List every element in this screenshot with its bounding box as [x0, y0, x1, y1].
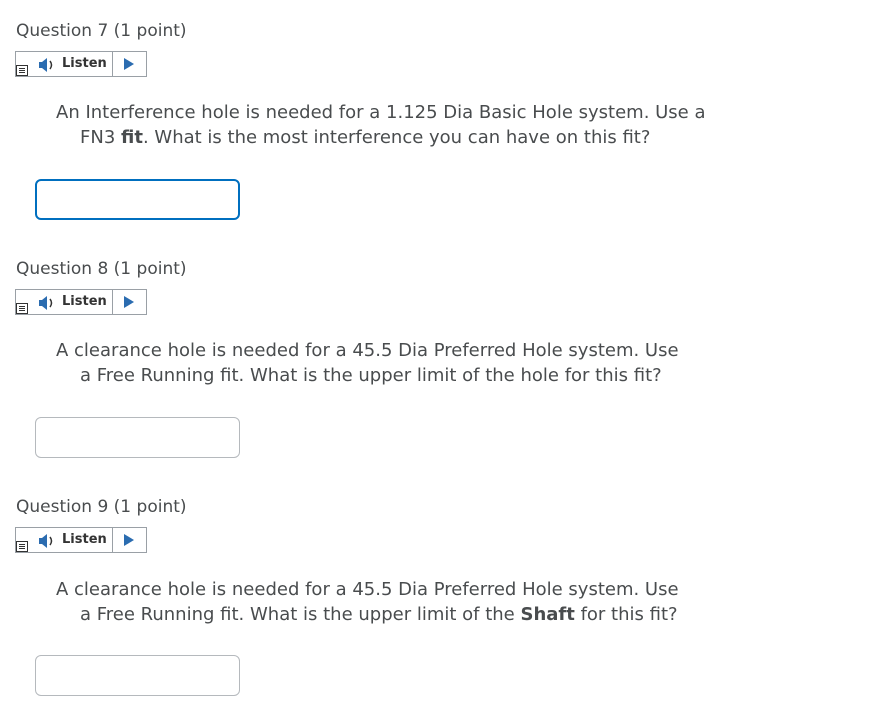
question-text-line1: A clearance hole is needed for a 45.5 Di… [56, 340, 679, 361]
question-label: Question 9 [16, 497, 109, 517]
question-text-line2: a Free Running fit. What is the upper li… [80, 604, 678, 625]
listen-button[interactable]: Listen [62, 56, 107, 72]
menu-icon[interactable] [16, 65, 28, 76]
listen-button[interactable]: Listen [62, 294, 107, 310]
play-icon[interactable] [124, 534, 134, 546]
question-label: Question 7 [16, 21, 109, 41]
question-text-line1: An Interference hole is needed for a 1.1… [56, 102, 706, 123]
bold-term: fit [121, 127, 143, 148]
speaker-icon [39, 58, 53, 72]
question-text: A clearance hole is needed for a 45.5 Di… [56, 577, 756, 627]
answer-input[interactable] [35, 179, 240, 220]
bold-term: Shaft [520, 604, 575, 625]
play-icon[interactable] [124, 296, 134, 308]
listen-button[interactable]: Listen [62, 532, 107, 548]
speaker-icon [39, 534, 53, 548]
menu-icon[interactable] [16, 303, 28, 314]
question-text-line2: FN3 fit. What is the most interference y… [80, 127, 651, 148]
question-title: Question 9 (1 point) [16, 496, 187, 518]
listen-toolbar: Listen [15, 289, 147, 315]
question-points: (1 point) [113, 21, 187, 41]
listen-toolbar: Listen [15, 527, 147, 553]
question-title: Question 7 (1 point) [16, 20, 187, 42]
question-label: Question 8 [16, 259, 109, 279]
toolbar-divider [112, 52, 113, 76]
listen-toolbar: Listen [15, 51, 147, 77]
speaker-icon [39, 296, 53, 310]
question-title: Question 8 (1 point) [16, 258, 187, 280]
question-text-line1: A clearance hole is needed for a 45.5 Di… [56, 579, 679, 600]
question-text-line2: a Free Running fit. What is the upper li… [80, 365, 662, 386]
question-points: (1 point) [113, 259, 187, 279]
question-points: (1 point) [113, 497, 187, 517]
question-text: An Interference hole is needed for a 1.1… [56, 100, 756, 150]
answer-input[interactable] [35, 417, 240, 458]
play-icon[interactable] [124, 58, 134, 70]
toolbar-divider [112, 290, 113, 314]
question-text: A clearance hole is needed for a 45.5 Di… [56, 338, 756, 388]
answer-input[interactable] [35, 655, 240, 696]
menu-icon[interactable] [16, 541, 28, 552]
toolbar-divider [112, 528, 113, 552]
